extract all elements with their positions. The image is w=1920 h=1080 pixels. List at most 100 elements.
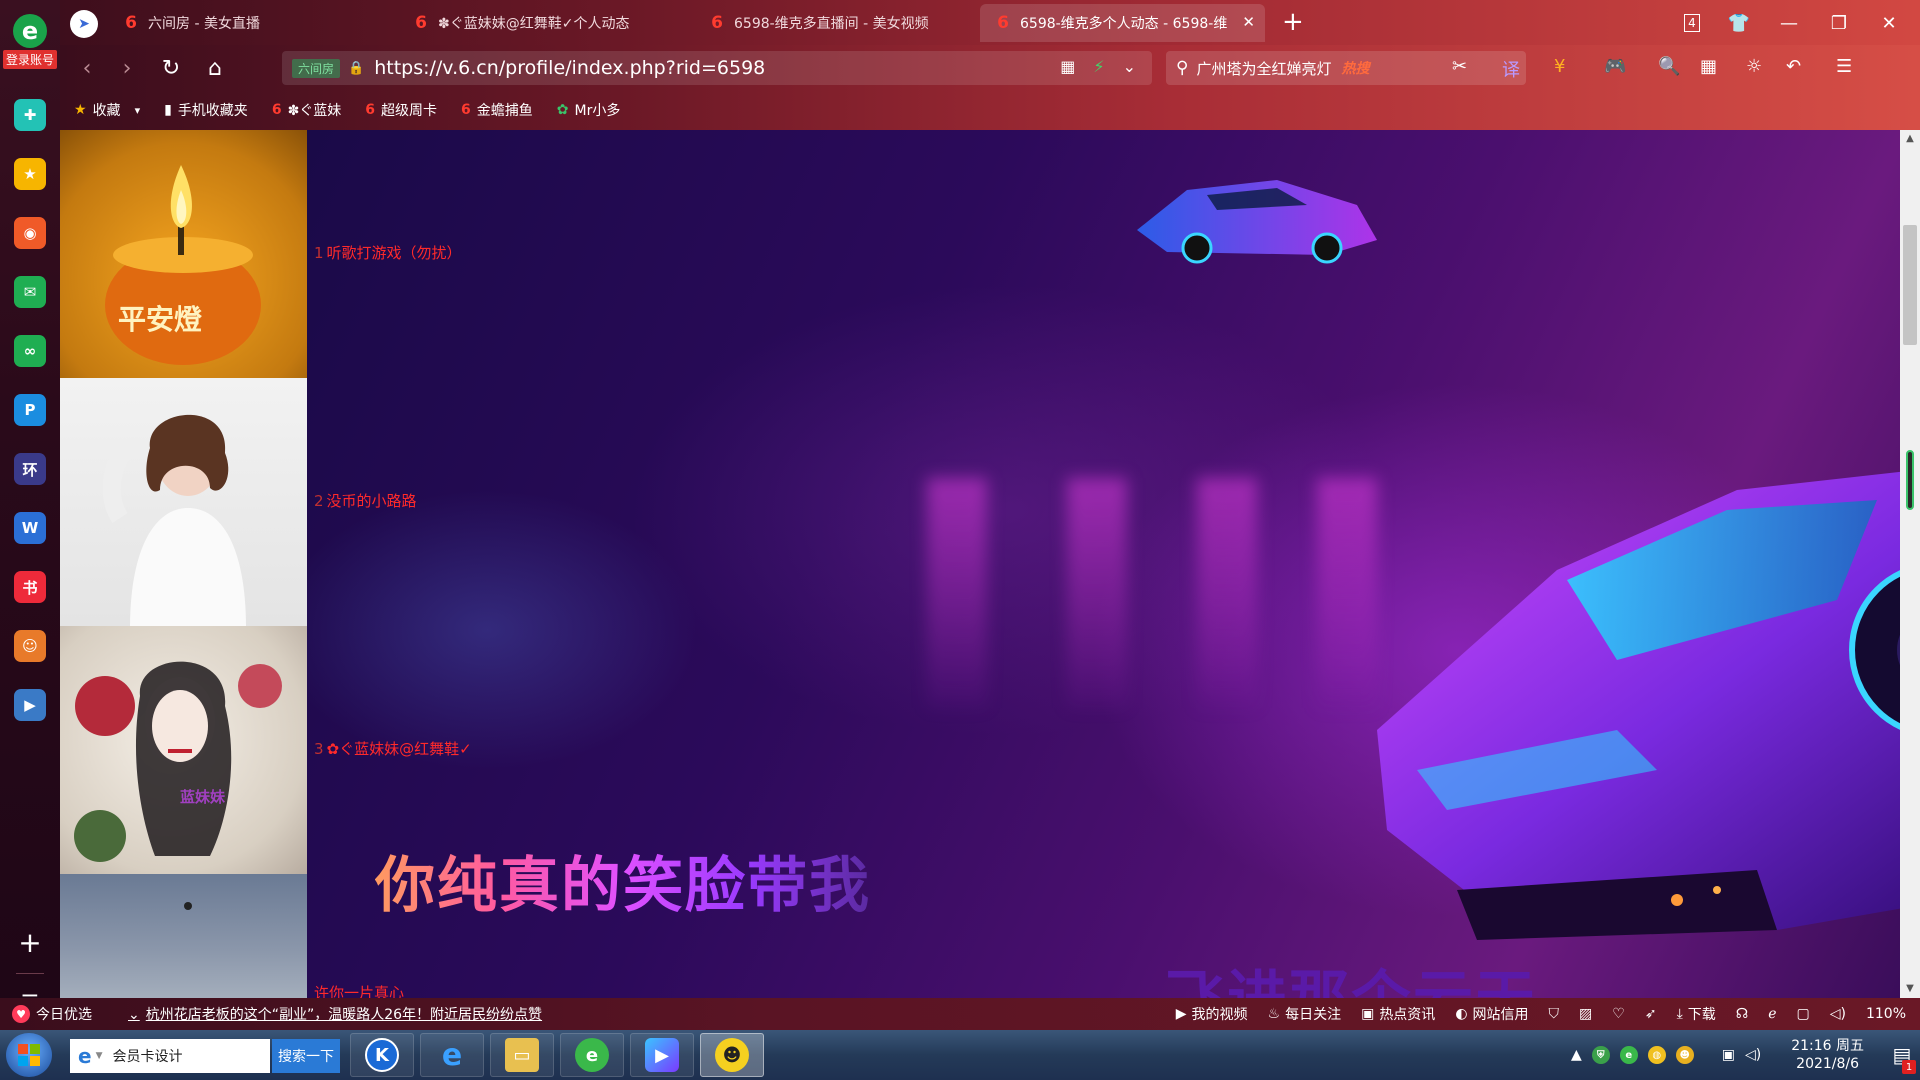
mail-app-icon[interactable]: ✉ [14, 276, 46, 308]
status-item[interactable]: ▶ 我的视频 [1176, 1004, 1248, 1024]
translate-icon[interactable]: 译 [1502, 56, 1520, 82]
taskbar-app-qq[interactable]: ☻ [700, 1033, 764, 1077]
scroll-down-icon[interactable]: ▼ [1900, 980, 1920, 998]
headset-icon[interactable]: ☊ [1736, 1006, 1748, 1022]
news-ticker-link[interactable]: ⌄ 杭州花店老板的这个“副业”，温暖路人26年！附近居民纷纷点赞 [128, 1004, 542, 1024]
undo-icon[interactable]: ↶ [1786, 56, 1801, 77]
rank-item-1[interactable]: 1 听歌打游戏（勿扰） [314, 242, 462, 263]
restore-button[interactable]: ❐ [1824, 9, 1854, 37]
chart-icon[interactable]: ▨ [1579, 1006, 1592, 1022]
chevron-down-icon[interactable]: ▾ [135, 104, 141, 117]
bookmark-item[interactable]: 6 ✽ぐ蓝妹 [272, 100, 341, 120]
tab-3[interactable]: 6 6598-维克多直播间 - 美女视频 [694, 4, 984, 42]
health-icon[interactable]: ♡ [1612, 1006, 1625, 1022]
download-button[interactable]: ⤓ 下载 [1677, 1004, 1716, 1024]
menu-icon[interactable]: ☰ [1836, 56, 1852, 77]
cloud-app-icon[interactable]: ∞ [14, 335, 46, 367]
word-app-icon[interactable]: W [14, 512, 46, 544]
qr-code-icon[interactable]: ▦ [1060, 57, 1075, 76]
url-input[interactable]: https://v.6.cn/profile/index.php?rid=659… [374, 57, 765, 79]
chevron-down-icon[interactable]: ⌄ [1123, 57, 1136, 76]
zoom-level[interactable]: 110% [1866, 1006, 1906, 1022]
new-tab-button[interactable]: + [1282, 7, 1304, 37]
ie-icon[interactable]: ℯ [1768, 1006, 1776, 1022]
scroll-up-icon[interactable]: ▲ [1900, 130, 1920, 148]
scissors-icon[interactable]: ✂ [1452, 56, 1467, 77]
rank-item-3[interactable]: 3 ✿ぐ蓝妹妹@红舞鞋✓ [314, 738, 472, 759]
game-icon[interactable]: 🎮 [1604, 56, 1626, 77]
navigation-icon[interactable]: ➤ [70, 10, 98, 38]
game-app-icon[interactable]: ☺ [14, 630, 46, 662]
taskbar-search-input[interactable]: e ▼ 会员卡设计 [70, 1039, 270, 1073]
bookmark-item[interactable]: ▮ 手机收藏夹 [164, 100, 248, 120]
add-app-icon[interactable]: + [18, 929, 41, 957]
reload-button[interactable]: ↻ [156, 53, 186, 83]
minimize-button[interactable]: — [1774, 9, 1804, 37]
close-tab-icon[interactable]: ✕ [1242, 13, 1255, 31]
p-app-icon[interactable]: P [14, 394, 46, 426]
tab-4[interactable]: 6 6598-维克多个人动态 - 6598-维 ✕ [980, 4, 1265, 42]
theme-icon[interactable]: ☼ [1746, 56, 1762, 77]
back-button[interactable]: ‹ [72, 53, 102, 83]
news-app-icon[interactable]: 环 [14, 453, 46, 485]
address-bar[interactable]: 六间房 🔒 https://v.6.cn/profile/index.php?r… [282, 51, 1152, 85]
hot-search-tag[interactable]: 热搜 [1341, 58, 1369, 78]
forward-button[interactable]: › [112, 53, 142, 83]
scroll-thumb[interactable] [1903, 225, 1917, 345]
status-item[interactable]: ▣ 热点资讯 [1361, 1004, 1435, 1024]
rank-avatar-1[interactable]: 平安燈 [60, 130, 307, 378]
tab-count-badge[interactable]: 4 [1684, 14, 1700, 32]
apps-grid-icon[interactable]: ▦ [1700, 56, 1717, 77]
bookmark-item[interactable]: 6 超级周卡 [365, 100, 437, 120]
tray-qq-icon[interactable]: ☻ [1675, 1046, 1694, 1064]
rank-avatar-3[interactable]: 蓝妹妹 [60, 626, 307, 874]
flash-icon[interactable]: ⚡ [1093, 57, 1104, 76]
rocket-icon[interactable]: ➶ [1645, 1006, 1657, 1022]
home-button[interactable]: ⌂ [200, 53, 230, 83]
favorites-app-icon[interactable]: ★ [14, 158, 46, 190]
rank-avatar-4[interactable] [60, 874, 307, 998]
search-icon: ⚲ [1176, 58, 1189, 78]
find-icon[interactable]: 🔍 [1658, 56, 1680, 77]
weibo-app-icon[interactable]: ◉ [14, 217, 46, 249]
today-picks[interactable]: ♥ 今日优选 [12, 1004, 92, 1024]
rank-avatar-2[interactable] [60, 378, 307, 626]
network-icon[interactable]: ▣ [1722, 1047, 1735, 1063]
taskbar-app-k[interactable]: K [350, 1033, 414, 1077]
taskbar-app-ie[interactable]: e [420, 1033, 484, 1077]
tab-2[interactable]: 6 ✽ぐ蓝妹妹@红舞鞋✓个人动态 [398, 4, 688, 42]
tray-security-icon[interactable]: ⛨ [1591, 1046, 1610, 1064]
taskbar-app-360[interactable]: e [560, 1033, 624, 1077]
page-scrollbar[interactable]: ▲ ▼ [1900, 130, 1920, 998]
video-app-icon[interactable]: ▶ [14, 689, 46, 721]
shield-status-icon[interactable]: ⛉ [1549, 1006, 1560, 1022]
login-button[interactable]: 登录账号 [2, 50, 57, 69]
volume-icon[interactable]: ◁) [1830, 1006, 1846, 1022]
taskbar-search-button[interactable]: 搜索一下 [272, 1039, 340, 1073]
tab-1[interactable]: 6 六间房 - 美女直播 [108, 4, 393, 42]
clock[interactable]: 21:16 周五 2021/8/6 [1791, 1037, 1864, 1073]
rank-item-2[interactable]: 2 没币的小路路 [314, 490, 417, 511]
tray-wechat-icon[interactable]: ◍ [1647, 1046, 1666, 1064]
skin-icon[interactable]: 👕 [1724, 9, 1754, 37]
browser-logo-icon[interactable]: e [13, 14, 47, 48]
search-input[interactable]: ⚲ 广州塔为全红婵亮灯 热搜 [1166, 51, 1526, 85]
shield-icon[interactable]: ¥ [1554, 56, 1565, 77]
plus-app-icon[interactable]: ✚ [14, 99, 46, 131]
action-center-icon[interactable]: ▤ 1 [1884, 1030, 1920, 1080]
bookmark-item[interactable]: ★ 收藏 ▾ [74, 100, 140, 120]
tray-expand-icon[interactable]: ▲ [1571, 1047, 1582, 1063]
bookmark-item[interactable]: ✿ Mr小多 [557, 100, 621, 120]
taskbar-app-player[interactable]: ▶ [630, 1033, 694, 1077]
start-button[interactable] [6, 1033, 52, 1077]
close-window-button[interactable]: ✕ [1874, 9, 1904, 37]
tray-volume-icon[interactable]: ◁) [1745, 1047, 1761, 1063]
side-slider-handle[interactable] [1906, 450, 1914, 510]
status-item[interactable]: ♨ 每日关注 [1268, 1004, 1342, 1024]
status-item[interactable]: ◐ 网站信用 [1455, 1004, 1528, 1024]
window-icon[interactable]: ▢ [1797, 1006, 1810, 1022]
xiaohongshu-app-icon[interactable]: 书 [14, 571, 46, 603]
bookmark-item[interactable]: 6 金蟾捕鱼 [461, 100, 533, 120]
taskbar-app-explorer[interactable]: ▭ [490, 1033, 554, 1077]
tray-360-icon[interactable]: e [1619, 1046, 1638, 1064]
